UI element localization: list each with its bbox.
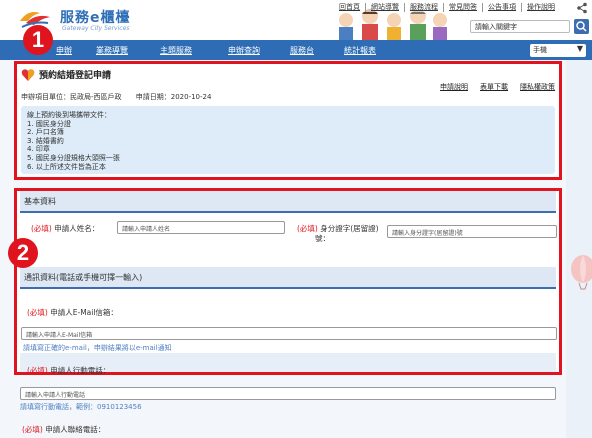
required-tag: (必填) [27, 308, 48, 317]
help-link-instructions[interactable]: 申請說明 [440, 82, 468, 92]
contact-info-heading: 通訊資料(電話或手機可擇一輸入) [20, 267, 556, 289]
balloon-decoration-icon [571, 255, 592, 290]
required-tag: (必填) [31, 224, 52, 233]
applicant-form-panel: 基本資料 (必填) 申請人姓名： 請輸入申請人姓名 (必填) 身分證字(居留證)… [14, 188, 562, 375]
top-link-process[interactable]: 服務流程 [405, 3, 444, 12]
annotation-badge-1: 1 [23, 25, 53, 55]
device-select-value: 手機 [533, 46, 547, 54]
application-info-panel: 預約結婚登記申請 申請說明 表單下載 隱私權政策 申辦項目單位：民政局-西區戶政… [14, 61, 562, 180]
nav-item-business-guide[interactable]: 業務導覽 [96, 45, 128, 56]
nav-item-statistics[interactable]: 統計報表 [344, 45, 376, 56]
heart-shield-icon [21, 69, 35, 81]
top-link-faq[interactable]: 常見問答 [444, 3, 483, 12]
email-label-text: 申請人E-Mail信箱： [50, 308, 118, 317]
application-meta: 申辦項目單位：民政局-西區戶政 申請日期：2020-10-24 [21, 92, 223, 102]
phone-label-text: 申請人聯絡電話： [45, 425, 106, 434]
required-documents-notice: 線上預約後到場攜帶文件： 1. 國民身分證 2. 戶口名簿 3. 結婚書約 4.… [21, 106, 555, 174]
help-link-form-download[interactable]: 表單下載 [480, 82, 508, 92]
mobile-field-label: (必填) 申請人行動電話： [27, 365, 110, 376]
email-input[interactable]: 請輸入申請人E-Mail信箱 [21, 327, 557, 340]
mobile-label-text: 申請人行動電話： [50, 366, 111, 375]
phone-field-label: (必填) 申請人聯絡電話： [22, 424, 105, 435]
notice-line: 2. 戶口名簿 [27, 128, 64, 137]
nav-item-apply[interactable]: 申辦 [56, 45, 72, 56]
share-icon[interactable] [576, 2, 588, 14]
required-tag: (必填) [297, 224, 318, 233]
main-nav: 申辦 業務導覽 主題服務 申辦查詢 服務台 統計報表 手機 ▼ [0, 40, 592, 60]
notice-line: 5. 國民身分證規格大頭照一張 [27, 153, 120, 162]
basic-info-heading: 基本資料 [20, 191, 556, 213]
applicant-id-input[interactable]: 請輸入身分證字(居留證)號 [387, 225, 557, 238]
page-title: 預約結婚登記申請 [39, 71, 112, 81]
mobile-hint: 請填寫行動電話，範例：0910123456 [20, 403, 142, 411]
name-label-text: 申請人姓名： [54, 224, 100, 233]
search-button[interactable] [574, 19, 589, 34]
help-link-privacy[interactable]: 隱私權政策 [520, 82, 555, 92]
id-field-label: (必填) 身分證字(居留證) [297, 223, 379, 234]
applicant-name-input[interactable]: 請輸入申請人姓名 [117, 221, 285, 234]
mobile-input[interactable]: 請輸入申請人行動電話 [20, 387, 556, 400]
top-link-help[interactable]: 操作說明 [522, 3, 560, 12]
site-header: 服務e櫃檯 Gateway City Services 回首頁 網站導覽 服務流… [0, 0, 592, 40]
required-tag: (必填) [27, 366, 48, 375]
required-tag: (必填) [22, 425, 43, 434]
notice-line: 4. 印章 [27, 145, 50, 154]
email-hint: 請填寫正確的e-mail，申辦結果將以e-mail通知 [23, 344, 172, 352]
notice-line: 線上預約後到場攜帶文件： [27, 111, 111, 119]
search-input[interactable]: 請輸入關鍵字 [470, 20, 570, 33]
logo-subtitle: Gateway City Services [62, 25, 130, 32]
notice-line: 1. 國民身分證 [27, 119, 71, 128]
nav-item-topic-services[interactable]: 主題服務 [160, 45, 192, 56]
id-label-cont: 號： [315, 234, 330, 243]
device-select[interactable]: 手機 ▼ [530, 44, 586, 57]
annotation-badge-2: 2 [8, 238, 38, 268]
logo-text: 服務e櫃檯 [60, 10, 131, 26]
application-date: 申請日期：2020-10-24 [135, 93, 212, 101]
nav-item-status-query[interactable]: 申辦查詢 [228, 45, 260, 56]
help-links: 申請說明 表單下載 隱私權政策 [440, 82, 555, 92]
top-link-announcements[interactable]: 公告事項 [483, 3, 522, 12]
email-field-label: (必填) 申請人E-Mail信箱： [27, 307, 118, 318]
notice-line: 3. 結婚書約 [27, 136, 64, 145]
nav-item-service-desk[interactable]: 服務台 [290, 45, 314, 56]
page-background-strip [566, 60, 592, 438]
chevron-down-icon: ▼ [576, 44, 583, 53]
top-link-home[interactable]: 回首頁 [334, 3, 366, 12]
id-label-text: 身分證字(居留證) [320, 224, 379, 233]
top-link-sitemap[interactable]: 網站導覽 [366, 3, 405, 12]
notice-line: 6. 以上所述文件皆為正本 [27, 162, 106, 171]
name-field-label: (必填) 申請人姓名： [31, 223, 99, 234]
search-icon [576, 21, 587, 32]
application-unit: 申辦項目單位：民政局-西區戶政 [21, 93, 122, 101]
top-links: 回首頁 網站導覽 服務流程 常見問答 公告事項 操作說明 [334, 3, 560, 12]
